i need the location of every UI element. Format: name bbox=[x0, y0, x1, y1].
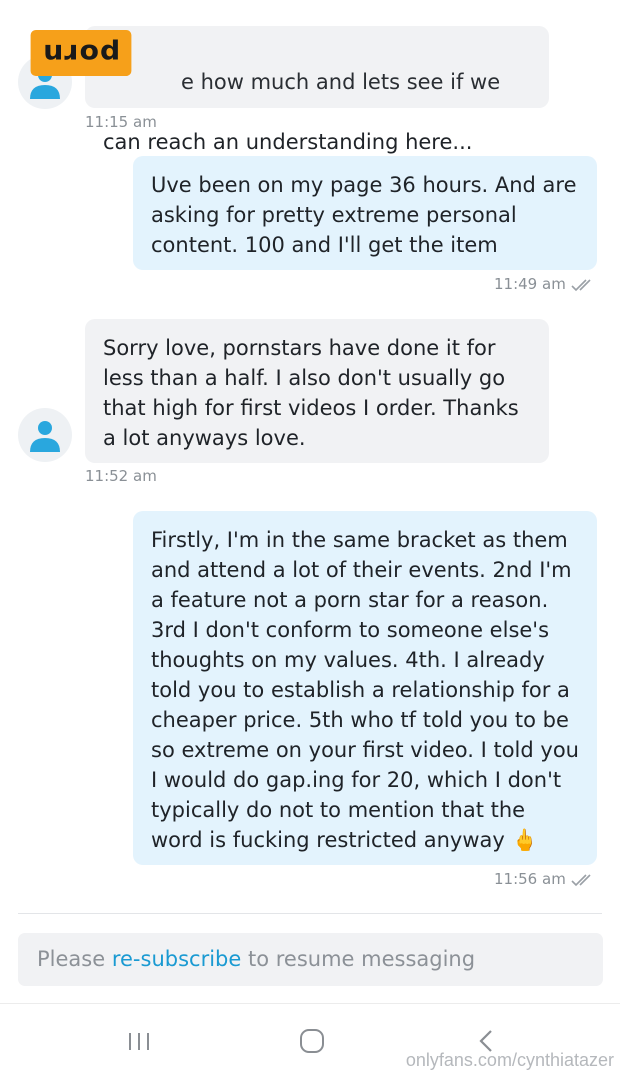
avatar[interactable] bbox=[18, 408, 72, 462]
footer-watermark: onlyfans.com/cynthiatazer bbox=[405, 1050, 614, 1070]
watermark-badge: porn bbox=[30, 30, 132, 76]
recents-icon[interactable] bbox=[124, 1026, 154, 1056]
resubscribe-notice: Please re-subscribe to resume messaging bbox=[18, 933, 603, 986]
message-text-line-2: can reach an understanding here... bbox=[103, 130, 473, 154]
message-time: 11:49 am bbox=[494, 275, 566, 293]
incoming-message: e how much and lets see if we can reach … bbox=[85, 26, 549, 154]
message-time: 11:52 am bbox=[85, 467, 157, 485]
divider bbox=[18, 913, 602, 914]
outgoing-message: Firstly, I'm in the same bracket as them… bbox=[133, 511, 597, 865]
message-time: 11:56 am bbox=[494, 870, 566, 888]
incoming-message: Sorry love, pornstars have done it for l… bbox=[85, 319, 549, 463]
user-icon bbox=[30, 421, 60, 452]
message-time: 11:15 am bbox=[85, 113, 157, 131]
message-thread: e how much and lets see if we can reach … bbox=[0, 0, 620, 910]
read-receipt-icon bbox=[571, 874, 591, 887]
watermark-badge-text: porn bbox=[41, 38, 121, 69]
message-text-line-1: e how much and lets see if we bbox=[181, 70, 501, 94]
notice-prefix: Please bbox=[37, 947, 112, 971]
read-receipt-icon bbox=[571, 279, 591, 292]
home-icon[interactable] bbox=[297, 1026, 327, 1056]
outgoing-message: Uve been on my page 36 hours. And are as… bbox=[133, 156, 597, 270]
resubscribe-link[interactable]: re-subscribe bbox=[112, 947, 241, 971]
notice-suffix: to resume messaging bbox=[241, 947, 476, 971]
